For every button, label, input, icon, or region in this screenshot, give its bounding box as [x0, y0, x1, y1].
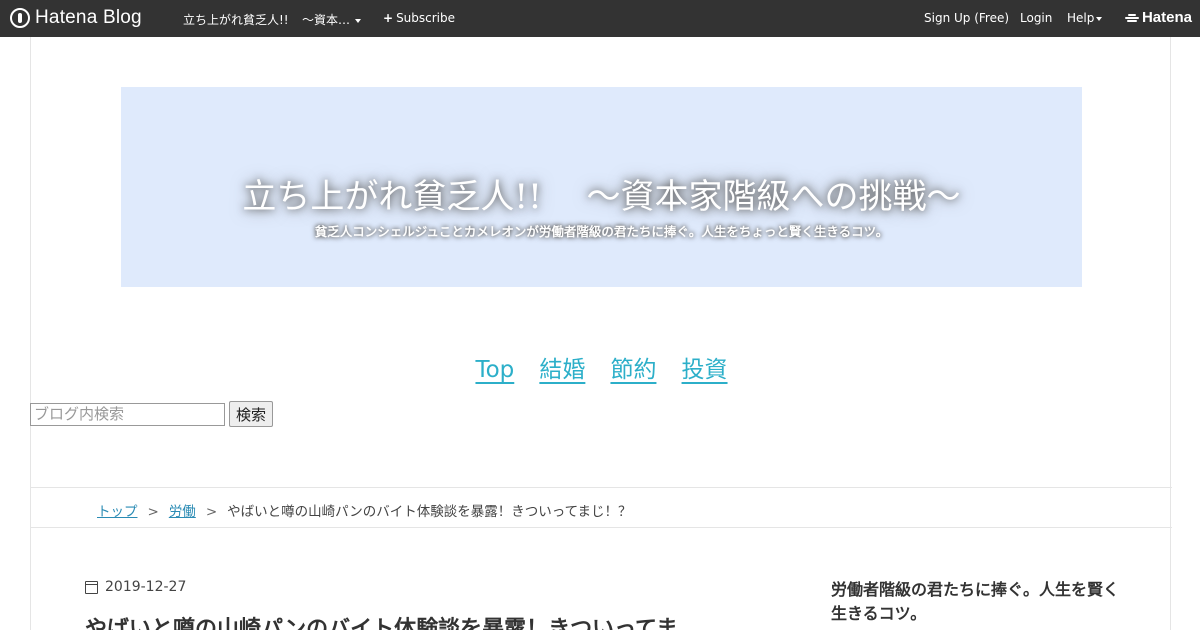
hatena-logo-text: Hatena — [1141, 9, 1192, 26]
breadcrumb-current: やばいと噂の山崎パンのバイト体験談を暴露！きついってまじ！？ — [227, 504, 632, 520]
subscribe-label: Subscribe — [396, 11, 456, 25]
nav-item-top[interactable]: Top — [475, 357, 514, 383]
blog-description: 貧乏人コンシェルジュことカメレオンが労働者階級の君たちに捧ぐ。人生をちょっと賢く… — [314, 224, 889, 239]
hatena-mark-icon — [1124, 13, 1139, 23]
post-title[interactable]: やばいと噂の山崎パンのバイト体験談を暴露！きついってま — [85, 615, 725, 630]
breadcrumb: トップ > 労働 > やばいと噂の山崎パンのバイト体験談を暴露！きついってまじ！？ — [97, 500, 631, 520]
nav-item-investment[interactable]: 投資 — [682, 350, 728, 384]
blog-header-banner[interactable]: 立ち上がれ貧乏人!! ～資本家階級への挑戦～ 貧乏人コンシェルジュことカメレオン… — [121, 87, 1082, 287]
brand-text: Hatena Blog — [35, 7, 142, 28]
help-label: Help — [1067, 11, 1095, 25]
blog-name-link[interactable]: 立ち上がれ貧乏人!! — [183, 11, 289, 28]
hatena-logo[interactable]: Hatena — [1124, 9, 1192, 26]
search-button[interactable]: 検索 — [229, 401, 274, 427]
hatena-blog-logo[interactable]: Hatena Blog — [10, 6, 142, 30]
global-nav: Top 結婚 節約 投資 — [31, 350, 1172, 384]
blog-name-more: ～資本… — [302, 13, 351, 27]
signup-link[interactable]: Sign Up (Free) — [924, 11, 1009, 25]
caret-down-icon — [355, 18, 362, 23]
breadcrumb-separator: > — [205, 504, 218, 520]
help-dropdown[interactable]: Help — [1067, 11, 1103, 25]
plus-icon: + — [383, 11, 394, 25]
nav-item-marriage[interactable]: 結婚 — [539, 350, 585, 384]
blog-title[interactable]: 立ち上がれ貧乏人!! ～資本家階級への挑戦～ — [121, 169, 1082, 218]
subscribe-button[interactable]: + Subscribe — [383, 11, 455, 25]
breadcrumb-category[interactable]: 労働 — [169, 504, 196, 520]
blog-container: 立ち上がれ貧乏人!! ～資本家階級への挑戦～ 貧乏人コンシェルジュことカメレオン… — [30, 37, 1172, 630]
post-date-text: 2019-12-27 — [105, 579, 187, 595]
search-input[interactable] — [30, 402, 225, 426]
sidebar-description: 労働者階級の君たちに捧ぐ。人生を賢く生きるコツ。 — [831, 580, 1120, 623]
blog-search: 検索 — [30, 401, 274, 427]
hatena-blog-icon — [10, 8, 30, 28]
breadcrumb-bar: トップ > 労働 > やばいと噂の山崎パンのバイト体験談を暴露！きついってまじ！？ — [31, 487, 1172, 528]
blog-name-dropdown[interactable]: ～資本… — [302, 11, 362, 28]
breadcrumb-separator: > — [147, 504, 159, 520]
post-date[interactable]: 2019-12-27 — [85, 579, 186, 595]
top-bar: Hatena Blog 立ち上がれ貧乏人!! ～資本… + Subscribe S… — [0, 0, 1200, 37]
calendar-icon — [85, 580, 98, 594]
login-link[interactable]: Login — [1020, 11, 1052, 25]
nav-item-saving[interactable]: 節約 — [610, 350, 656, 384]
caret-down-icon — [1096, 16, 1103, 21]
breadcrumb-top[interactable]: トップ — [97, 504, 138, 520]
